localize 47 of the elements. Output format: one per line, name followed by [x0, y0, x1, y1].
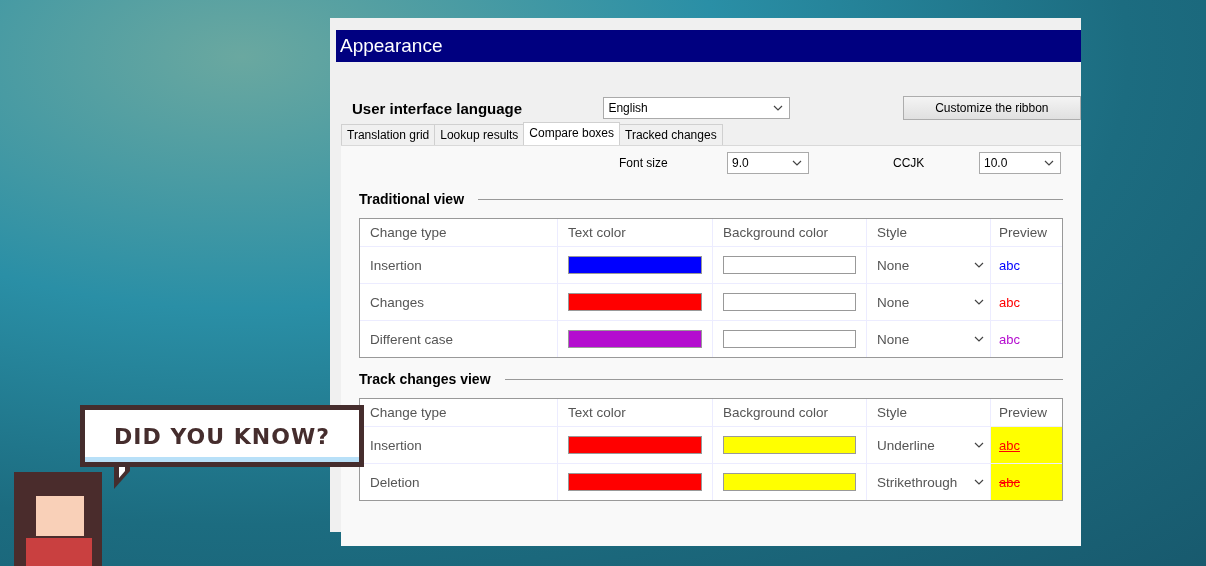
text-color-swatch[interactable] — [568, 293, 702, 311]
caret-icon — [974, 262, 984, 268]
table-cell: Different case — [360, 321, 558, 357]
ccjk-dropdown[interactable]: 10.0 — [979, 152, 1061, 174]
column-header: Text color — [558, 219, 713, 246]
tab[interactable]: Lookup results — [434, 124, 525, 145]
column-header: Background color — [713, 219, 867, 246]
language-label: User interface language — [352, 99, 524, 117]
caret-icon — [974, 479, 984, 485]
text-color-swatch[interactable] — [568, 436, 702, 454]
ccjk-label: CCJK — [893, 156, 926, 170]
language-dropdown[interactable]: English — [603, 97, 790, 119]
tab[interactable]: Tracked changes — [619, 124, 723, 145]
text-color-swatch[interactable] — [568, 473, 702, 491]
background-color-swatch[interactable] — [723, 436, 856, 454]
caret-icon — [792, 160, 802, 166]
column-header: Preview — [998, 224, 1048, 242]
column-header: Style — [867, 399, 991, 426]
background-color-swatch[interactable] — [723, 330, 856, 348]
background-color-swatch[interactable] — [723, 473, 856, 491]
column-header: Background color — [713, 399, 867, 426]
background-color-swatch[interactable] — [723, 256, 856, 274]
caret-icon — [974, 336, 984, 342]
column-header: Style — [867, 219, 991, 246]
preview-cell: abc — [991, 464, 1062, 500]
section-title: Traditional view — [359, 191, 465, 207]
table-cell: Insertion — [360, 247, 558, 283]
text-color-swatch[interactable] — [568, 256, 702, 274]
window-title: Appearance — [336, 30, 1081, 62]
section-title: Track changes view — [359, 371, 491, 387]
table-cell: Changes — [360, 284, 558, 320]
column-header: Change type — [360, 219, 558, 246]
tab[interactable]: Translation grid — [341, 124, 436, 145]
font-size-dropdown[interactable]: 9.0 — [727, 152, 809, 174]
font-size-label: Font size — [619, 156, 669, 170]
text-color-swatch[interactable] — [568, 330, 702, 348]
column-header: Text color — [558, 399, 713, 426]
caret-icon — [974, 442, 984, 448]
caret-icon — [1044, 160, 1054, 166]
tab[interactable]: Compare boxes — [523, 122, 621, 145]
background-color-swatch[interactable] — [723, 293, 856, 311]
customize-ribbon-button[interactable]: Customize the ribbon — [902, 96, 1081, 120]
preview-cell: abc — [991, 427, 1062, 463]
callout-text: DID YOU KNOW? — [114, 423, 330, 449]
caret-icon — [974, 299, 984, 305]
column-header: Preview — [998, 404, 1048, 422]
caret-icon — [772, 105, 783, 111]
